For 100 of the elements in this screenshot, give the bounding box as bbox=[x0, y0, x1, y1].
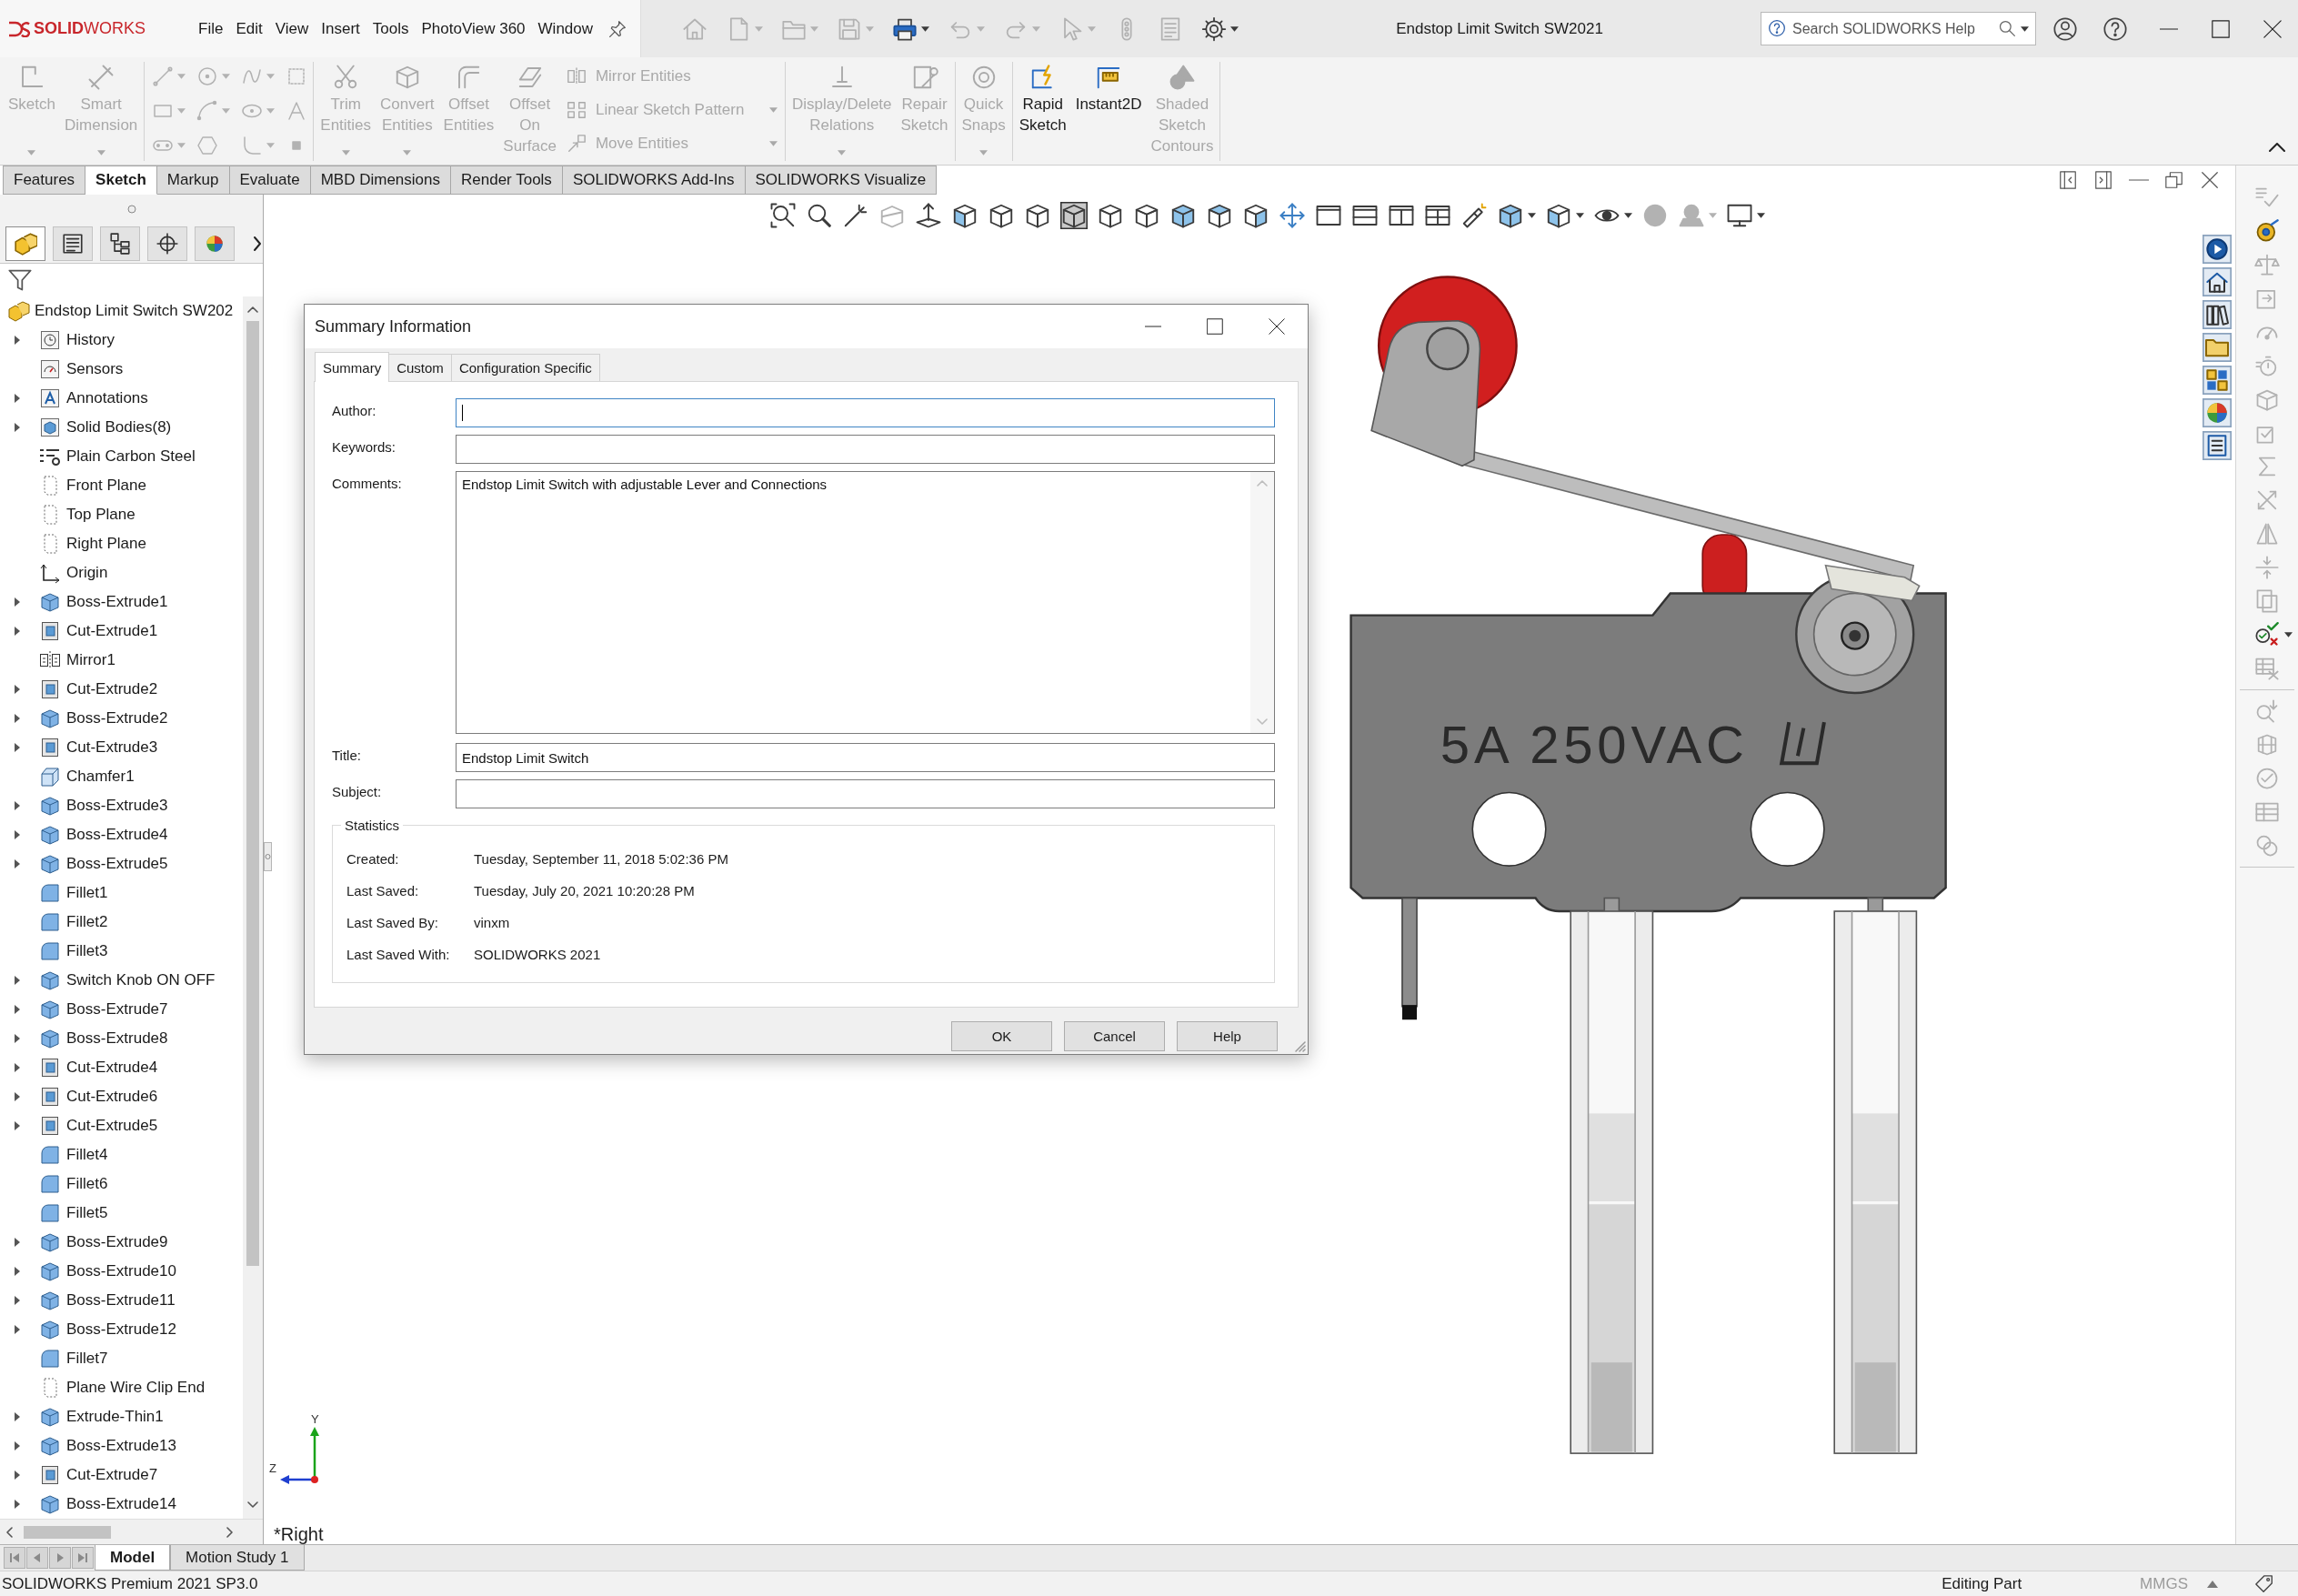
tag-icon[interactable] bbox=[2253, 1573, 2275, 1594]
ribbon-tab[interactable]: SOLIDWORKS Add-Ins bbox=[562, 166, 746, 195]
tree-item[interactable]: Cut-Extrude1 bbox=[66, 622, 158, 640]
check-and-cross-icon[interactable] bbox=[2254, 622, 2280, 647]
panel-tab[interactable] bbox=[100, 226, 140, 261]
expand-arrow-icon[interactable] bbox=[14, 858, 21, 869]
expand-arrow-icon[interactable] bbox=[14, 829, 21, 840]
panel-tab[interactable] bbox=[147, 226, 187, 261]
caret-icon[interactable] bbox=[2021, 26, 2029, 32]
ribbon-tab[interactable]: Evaluate bbox=[229, 166, 311, 195]
tree-item[interactable]: Fillet4 bbox=[66, 1146, 108, 1164]
scroll-down-icon[interactable] bbox=[247, 1501, 258, 1509]
menu-item[interactable]: Edit bbox=[229, 19, 269, 38]
expand-arrow-icon[interactable] bbox=[14, 1440, 21, 1451]
expand-arrow-icon[interactable] bbox=[14, 1237, 21, 1248]
restore-icon[interactable] bbox=[2164, 170, 2184, 190]
list-icon[interactable] bbox=[2203, 431, 2232, 460]
scroll-up-icon[interactable] bbox=[247, 306, 258, 313]
tree-item[interactable]: Origin bbox=[66, 564, 108, 582]
ribbon-button[interactable]: Rapid Sketch bbox=[1014, 62, 1071, 161]
menu-item[interactable]: Tools bbox=[366, 19, 416, 38]
tree-item[interactable]: Annotations bbox=[66, 389, 148, 407]
bottom-tab[interactable]: Motion Study 1 bbox=[170, 1545, 305, 1571]
ribbon-tab[interactable]: MBD Dimensions bbox=[310, 166, 451, 195]
cube-icon[interactable] bbox=[1242, 202, 1269, 229]
tree-item[interactable]: Right Plane bbox=[66, 535, 146, 553]
tree-item[interactable]: Top Plane bbox=[66, 506, 135, 524]
cube-icon[interactable] bbox=[951, 202, 978, 229]
expand-arrow-icon[interactable] bbox=[14, 1295, 21, 1306]
expand-arrow-icon[interactable] bbox=[14, 1091, 21, 1102]
tree-item[interactable]: Boss-Extrude1 bbox=[66, 593, 168, 611]
flashlight-icon[interactable] bbox=[1460, 202, 1488, 229]
monitor-icon[interactable] bbox=[1726, 202, 1753, 229]
four-way-arrows-icon[interactable] bbox=[1279, 202, 1306, 229]
cube-icon[interactable] bbox=[1206, 202, 1233, 229]
expand-arrow-icon[interactable] bbox=[14, 1033, 21, 1044]
help-icon[interactable] bbox=[2102, 15, 2128, 42]
expand-arrow-icon[interactable] bbox=[14, 684, 21, 695]
tree-item[interactable]: Fillet6 bbox=[66, 1175, 108, 1193]
cube-icon[interactable] bbox=[1497, 202, 1524, 229]
caret-icon[interactable] bbox=[1230, 25, 1239, 32]
settings-icon[interactable] bbox=[1201, 15, 1227, 42]
tree-item[interactable]: Cut-Extrude4 bbox=[66, 1059, 158, 1077]
tree-item[interactable]: Solid Bodies(8) bbox=[66, 418, 172, 437]
scroll-right-icon[interactable] bbox=[226, 1526, 234, 1538]
tree-item[interactable]: Cut-Extrude2 bbox=[66, 680, 158, 698]
text-field[interactable] bbox=[456, 779, 1275, 808]
splitter-handle[interactable] bbox=[264, 842, 272, 871]
tree-item[interactable]: Plane Wire Clip End bbox=[66, 1379, 206, 1397]
tab-scroll-button[interactable] bbox=[26, 1547, 48, 1569]
expand-arrow-icon[interactable] bbox=[14, 597, 21, 607]
tab-scroll-button[interactable] bbox=[72, 1547, 94, 1569]
close-icon[interactable] bbox=[2200, 170, 2220, 190]
chevron-right-icon[interactable] bbox=[253, 235, 262, 252]
expand-arrow-icon[interactable] bbox=[14, 422, 21, 433]
caret-icon[interactable] bbox=[921, 25, 929, 32]
panel-tab[interactable] bbox=[5, 226, 45, 261]
ribbon-tab[interactable]: Features bbox=[3, 166, 86, 195]
tree-item[interactable]: Fillet7 bbox=[66, 1350, 108, 1368]
tree-item[interactable]: Boss-Extrude12 bbox=[66, 1320, 176, 1339]
bottom-tab[interactable]: Model bbox=[95, 1545, 171, 1571]
tree-item[interactable]: History bbox=[66, 331, 115, 349]
tree-item[interactable]: Boss-Extrude7 bbox=[66, 1000, 168, 1019]
panel-right-icon[interactable] bbox=[2093, 170, 2113, 190]
menu-item[interactable]: Window bbox=[531, 19, 600, 38]
scrollbar-thumb[interactable] bbox=[24, 1525, 111, 1539]
expand-arrow-icon[interactable] bbox=[14, 393, 21, 404]
tree-item[interactable]: Boss-Extrude14 bbox=[66, 1495, 176, 1513]
tree-item[interactable]: Boss-Extrude3 bbox=[66, 797, 168, 815]
expand-arrow-icon[interactable] bbox=[14, 742, 21, 753]
tree-item[interactable]: Cut-Extrude5 bbox=[66, 1117, 158, 1135]
tree-item[interactable]: Fillet1 bbox=[66, 884, 108, 902]
tree-item[interactable]: Boss-Extrude4 bbox=[66, 826, 168, 844]
cube-icon[interactable] bbox=[1060, 202, 1088, 229]
menu-item[interactable]: File bbox=[192, 19, 230, 38]
folder-icon[interactable] bbox=[2203, 333, 2232, 362]
caret-icon[interactable] bbox=[1624, 213, 1632, 218]
books-icon[interactable] bbox=[2203, 300, 2232, 329]
tree-item[interactable]: Cut-Extrude3 bbox=[66, 738, 158, 757]
magnifier-frame-icon[interactable] bbox=[769, 202, 797, 229]
expand-arrow-icon[interactable] bbox=[14, 335, 21, 346]
scrollbar-thumb[interactable] bbox=[246, 321, 259, 1266]
caret-up-icon[interactable] bbox=[2207, 1580, 2218, 1588]
expand-arrow-icon[interactable] bbox=[14, 800, 21, 811]
ribbon-tab[interactable]: Markup bbox=[156, 166, 230, 195]
dialog-button[interactable]: Help bbox=[1177, 1021, 1278, 1051]
expand-arrow-icon[interactable] bbox=[14, 1004, 21, 1015]
cube-icon[interactable] bbox=[1169, 202, 1197, 229]
tree-item[interactable]: Cut-Extrude6 bbox=[66, 1088, 158, 1106]
tree-item[interactable]: Boss-Extrude9 bbox=[66, 1233, 168, 1251]
tab-scroll-button[interactable] bbox=[49, 1547, 71, 1569]
tree-item[interactable]: Boss-Extrude11 bbox=[66, 1291, 176, 1310]
expand-arrow-icon[interactable] bbox=[14, 1470, 21, 1481]
menu-item[interactable]: View bbox=[268, 19, 316, 38]
expand-arrow-icon[interactable] bbox=[14, 975, 21, 986]
tree-item[interactable]: Extrude-Thin1 bbox=[66, 1408, 164, 1426]
cube-icon[interactable] bbox=[1133, 202, 1160, 229]
wand-icon[interactable] bbox=[842, 202, 869, 229]
search-field[interactable]: Search SOLIDWORKS Help bbox=[1761, 12, 2036, 45]
tree-item[interactable]: Front Plane bbox=[66, 477, 146, 495]
